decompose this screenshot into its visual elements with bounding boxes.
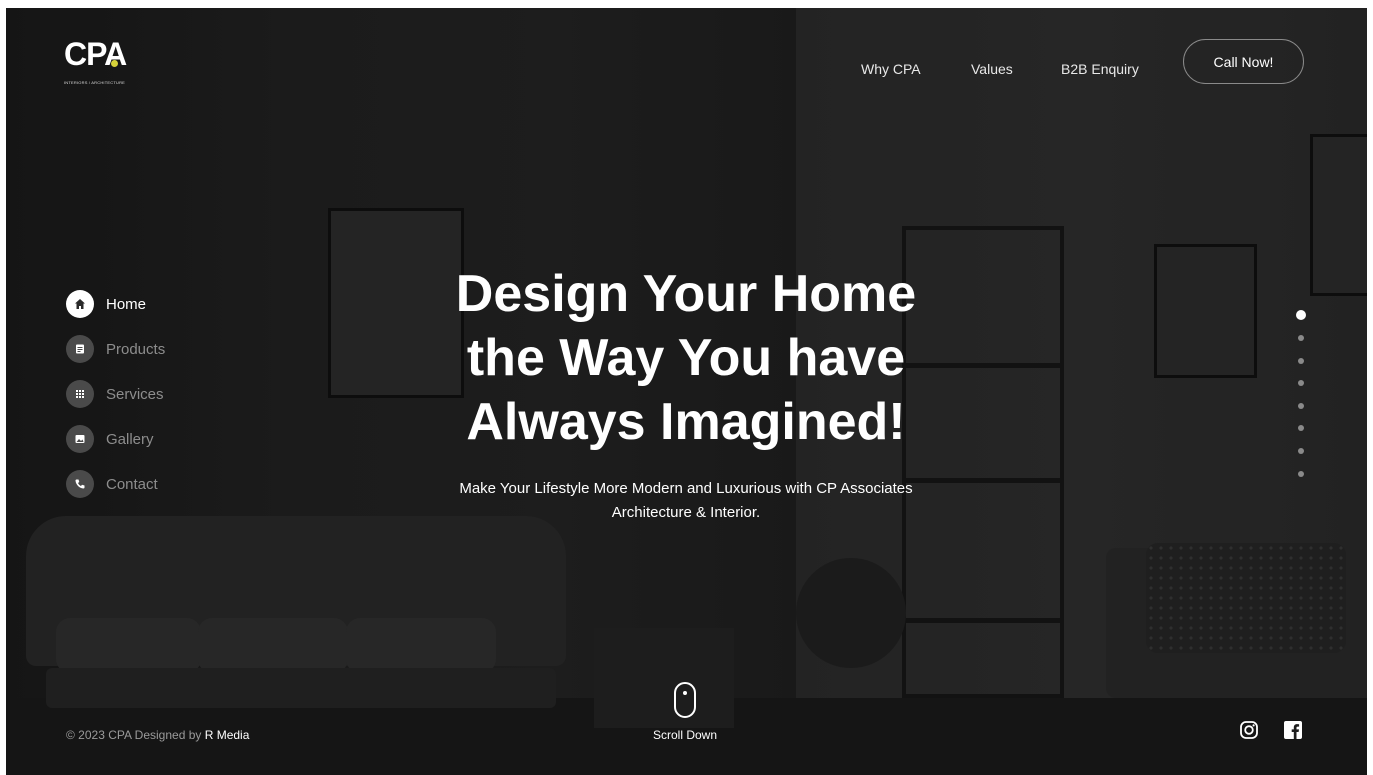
sidebar-item-contact[interactable]: Contact [66,470,206,498]
page-border-top [0,0,1373,8]
hero-section: CPA INTERIORS / ARCHITECTURE Why CPA Val… [6,8,1367,775]
brand-logo[interactable]: CPA INTERIORS / ARCHITECTURE [64,38,144,96]
facebook-icon[interactable] [1283,720,1303,740]
pager-dot[interactable] [1298,448,1304,454]
sidebar-item-label: Contact [106,475,158,493]
grid-icon [66,380,94,408]
sidebar-item-gallery[interactable]: Gallery [66,425,206,453]
nav-why-cpa[interactable]: Why CPA [861,61,921,77]
sidebar-item-label: Products [106,340,166,358]
pager-dot[interactable] [1298,425,1304,431]
instagram-icon[interactable] [1239,720,1259,740]
hero-subtitle-line: Architecture & Interior. [611,504,761,521]
pager-dot[interactable] [1298,358,1304,364]
sidebar-item-services[interactable]: Services [66,380,206,408]
document-icon [66,335,94,363]
pager-dot-active[interactable] [1296,310,1306,320]
copyright-prefix: © 2023 CPA Designed by [66,728,205,742]
pager-dot[interactable] [1298,403,1304,409]
sidebar-item-home[interactable]: Home [66,290,206,318]
copyright-text: © 2023 CPA Designed by R Media [66,728,249,742]
sidebar-item-products[interactable]: Products [66,335,206,363]
scroll-down-label[interactable]: Scroll Down [642,728,728,742]
pager-dot[interactable] [1298,380,1304,386]
logo-accent-dot [111,60,118,67]
page-border-left [0,0,6,775]
hero-title-line: Design Your Home [455,265,917,323]
hero-subtitle: Make Your Lifestyle More Modern and Luxu… [386,477,986,525]
nav-b2b-enquiry[interactable]: B2B Enquiry [1061,61,1139,77]
phone-icon [66,470,94,498]
scroll-mouse-icon[interactable] [674,682,696,718]
designer-link[interactable]: R Media [205,728,250,742]
hero-title-line: Always Imagined! [466,393,906,451]
logo-text: CPA [64,36,127,72]
nav-values[interactable]: Values [971,61,1013,77]
logo-subtitle: INTERIORS / ARCHITECTURE [64,80,126,85]
sidebar-item-label: Home [106,295,147,313]
hero-title: Design Your Home the Way You have Always… [346,262,1026,454]
sidebar-item-label: Gallery [106,430,154,448]
call-now-button[interactable]: Call Now! [1183,39,1304,84]
pager-dot[interactable] [1298,335,1304,341]
hero-title-line: the Way You have [466,329,906,387]
image-icon [66,425,94,453]
home-icon [66,290,94,318]
page-border-right [1367,0,1373,775]
mouse-wheel [683,691,687,695]
pager-dot[interactable] [1298,471,1304,477]
hero-subtitle-line: Make Your Lifestyle More Modern and Luxu… [459,480,913,497]
sidebar-item-label: Services [106,385,164,403]
